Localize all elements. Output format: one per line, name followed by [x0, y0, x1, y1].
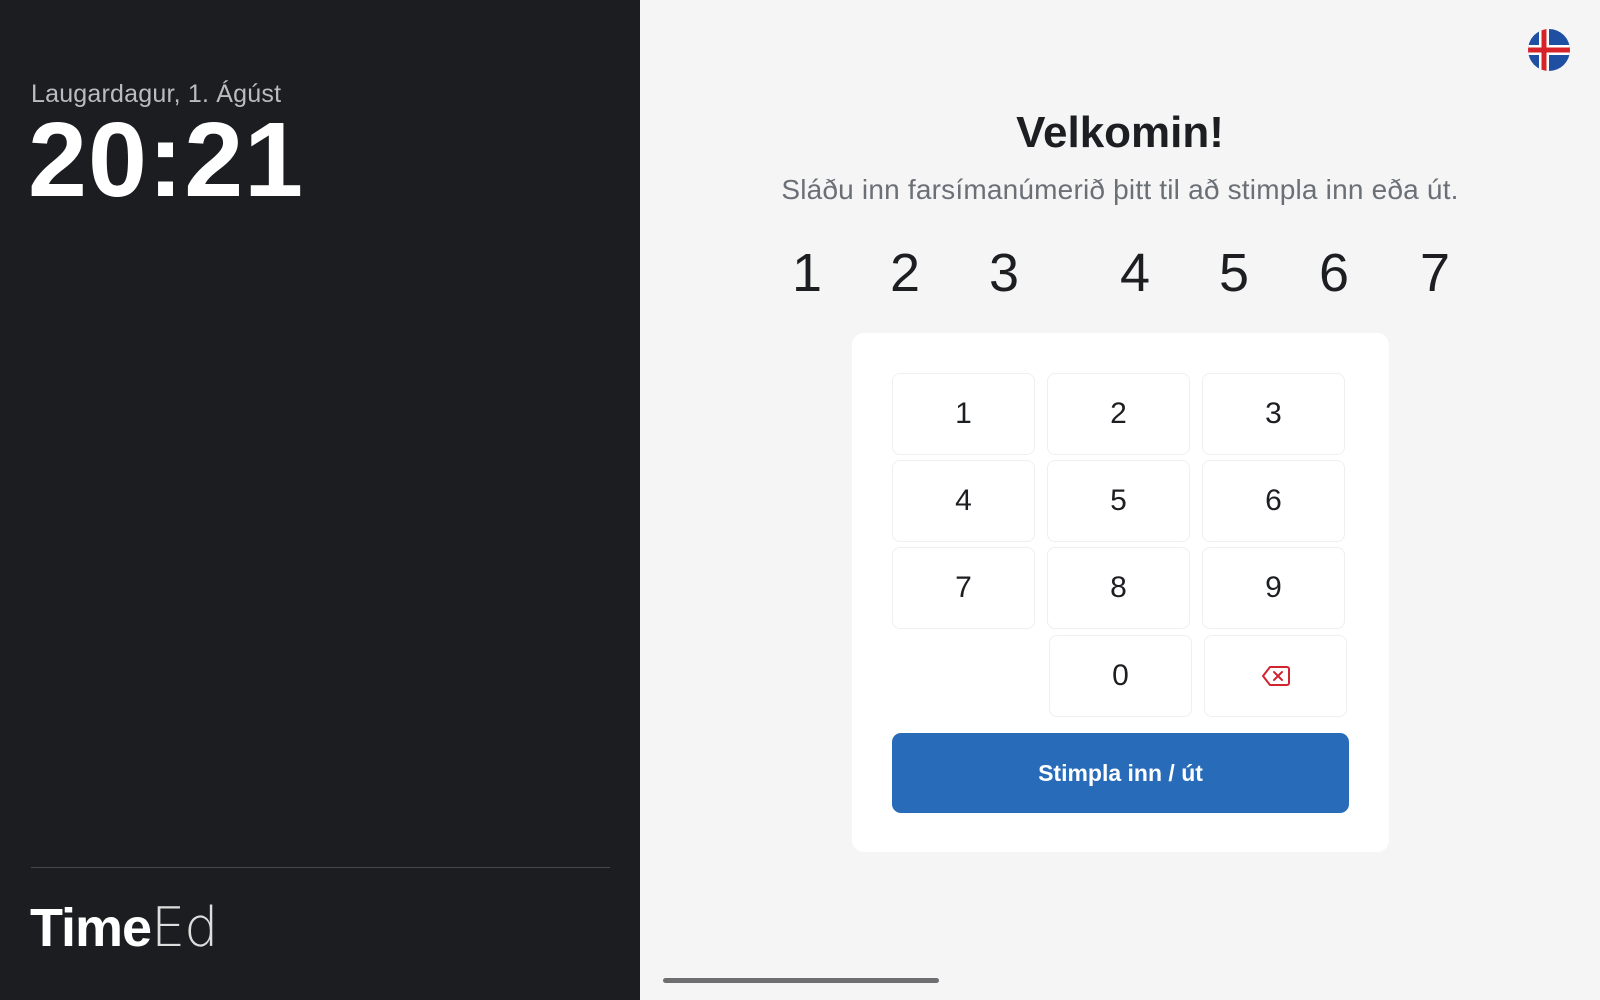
sidebar-panel: Laugardagur, 1. Ágúst 20:21 TimeEd	[0, 0, 640, 1000]
entered-digit: 2	[889, 243, 921, 303]
sidebar-divider	[31, 867, 610, 868]
welcome-title: Velkomin!	[1016, 108, 1224, 157]
keypad-key-8[interactable]: 8	[1047, 547, 1190, 629]
app-logo: TimeEd	[30, 896, 218, 959]
logo-light-text: Ed	[151, 896, 218, 959]
keypad-key-3[interactable]: 3	[1202, 373, 1345, 455]
entered-digit: 4	[1119, 243, 1151, 303]
backspace-button[interactable]	[1204, 635, 1347, 717]
entered-digit: 5	[1218, 243, 1250, 303]
keypad-key-6[interactable]: 6	[1202, 460, 1345, 542]
logo-bold-text: Time	[30, 898, 152, 958]
entered-digit: 1	[791, 243, 823, 303]
keypad-key-2[interactable]: 2	[1047, 373, 1190, 455]
keypad-key-1[interactable]: 1	[892, 373, 1035, 455]
keypad-key-7[interactable]: 7	[892, 547, 1035, 629]
clock-in-out-button[interactable]: Stimpla inn / út	[892, 733, 1349, 813]
keypad-key-9[interactable]: 9	[1202, 547, 1345, 629]
entered-digit: 6	[1318, 243, 1350, 303]
backspace-icon	[1261, 664, 1291, 688]
keypad-key-0[interactable]: 0	[1049, 635, 1192, 717]
entered-digit: 3	[988, 243, 1020, 303]
entered-number-display: 1 2 3 4 5 6 7	[640, 242, 1600, 303]
keypad-key-4[interactable]: 4	[892, 460, 1035, 542]
keypad-card: 1 2 3 4 5 6 7 8 9 0 Stimpla inn / út	[852, 333, 1389, 852]
iceland-flag-icon[interactable]	[1528, 29, 1570, 71]
main-panel: Velkomin! Sláðu inn farsímanúmerið þitt …	[640, 0, 1600, 1000]
keypad-key-5[interactable]: 5	[1047, 460, 1190, 542]
current-time: 20:21	[28, 101, 305, 219]
home-indicator	[663, 978, 939, 983]
entered-digit: 7	[1419, 243, 1451, 303]
instruction-text: Sláðu inn farsímanúmerið þitt til að sti…	[781, 174, 1459, 205]
